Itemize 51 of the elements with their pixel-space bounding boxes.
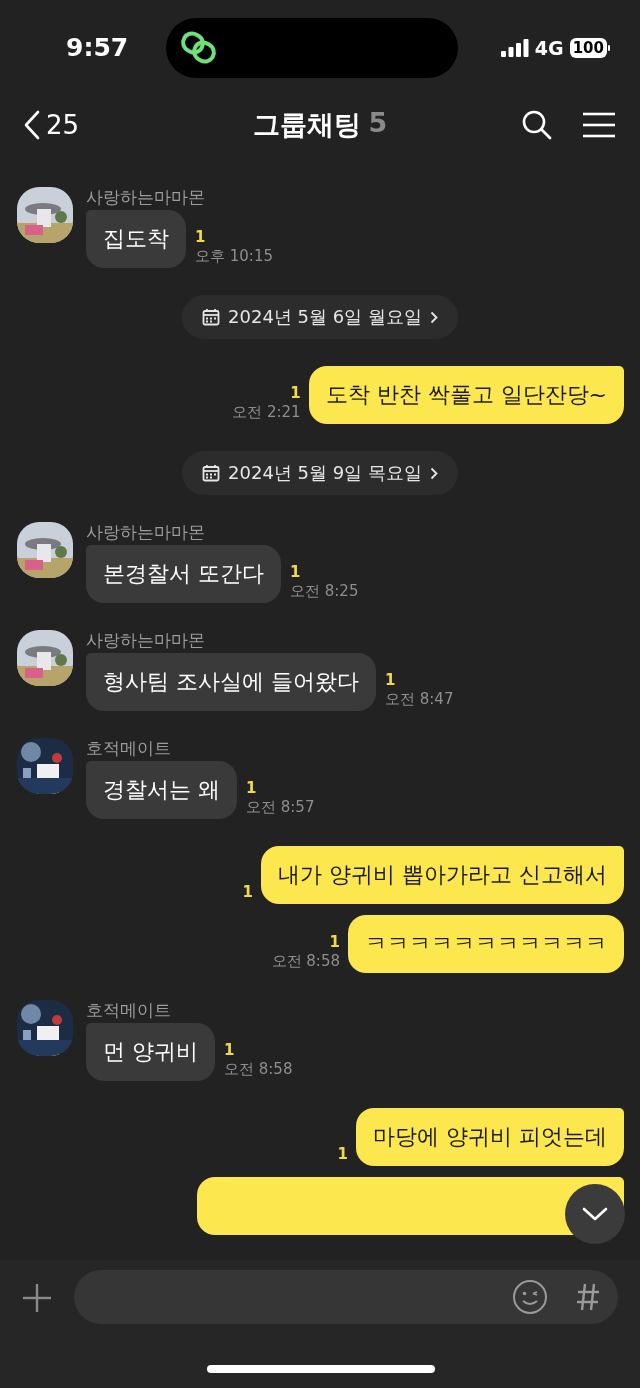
unread-count: 1 [290, 562, 302, 582]
unread-count: 1 [224, 1040, 236, 1060]
message-time: 오전 2:21 [232, 403, 301, 422]
chevron-right-icon [429, 466, 438, 480]
sender-name: 사랑하는마마몬 [86, 522, 206, 542]
message-bubble: 본경찰서 또간다 [86, 545, 281, 603]
chat-title: 그룹채팅 [252, 108, 361, 142]
emoji-icon[interactable] [512, 1279, 548, 1315]
message-bubble: 형사팀 조사실에 들어왔다 [86, 653, 376, 711]
unread-count: 1 [337, 1144, 348, 1164]
message-time: 오후 10:15 [195, 247, 273, 266]
sender-name: 호적메이트 [86, 1000, 172, 1020]
signal-icon [500, 38, 529, 57]
clock-time: 9:57 [66, 33, 130, 62]
calendar-icon [202, 464, 221, 482]
hashtag-icon[interactable] [576, 1283, 600, 1311]
sender-name: 사랑하는마마몬 [86, 630, 206, 650]
chevron-left-icon [24, 110, 40, 140]
sender-name: 사랑하는마마몬 [86, 187, 206, 207]
unread-count: 1 [246, 778, 258, 798]
back-button[interactable]: 25 [24, 110, 80, 140]
message-bubble: ㅋㅋㅋㅋㅋㅋㅋㅋㅋㅋㅋ [348, 915, 624, 973]
message-time: 오전 8:47 [385, 690, 454, 709]
date-divider[interactable]: 2024년 5월 6일 월요일 [182, 295, 458, 339]
message-bubble: 집도착 [86, 210, 186, 268]
network-label: 4G [534, 36, 564, 59]
member-count: 5 [368, 107, 388, 140]
message-bubble: 마당에 양귀비 피엇는데 [356, 1108, 624, 1166]
message-bubble: 내가 양귀비 뽑아가라고 신고해서 [261, 846, 624, 904]
menu-icon[interactable] [582, 112, 616, 138]
message-time: 오전 8:57 [246, 798, 315, 817]
message-bubble: 도착 반찬 싹풀고 일단잔당~ [308, 366, 624, 424]
unread-count: 1 [329, 932, 340, 952]
date-divider[interactable]: 2024년 5월 9일 목요일 [182, 451, 458, 495]
unread-count: 1 [290, 383, 301, 403]
chevron-down-icon [582, 1207, 608, 1221]
unread-count: 1 [385, 670, 397, 690]
link-rings-icon [180, 29, 218, 66]
message-time: 오전 8:25 [290, 582, 359, 601]
message-bubble: 먼 양귀비 [86, 1023, 215, 1081]
message-time: 오전 8:58 [224, 1060, 293, 1079]
message-bubble: 경찰서는 왜 [86, 761, 237, 819]
calendar-icon [202, 308, 221, 326]
chevron-right-icon [429, 310, 438, 324]
message-time: 오전 8:58 [271, 952, 340, 971]
battery-indicator: 100 [569, 37, 610, 58]
plus-icon[interactable] [22, 1283, 52, 1313]
unread-count: 1 [242, 882, 253, 902]
sender-name: 호적메이트 [86, 738, 172, 758]
search-icon[interactable] [522, 110, 552, 140]
unread-count: 1 [195, 227, 207, 247]
